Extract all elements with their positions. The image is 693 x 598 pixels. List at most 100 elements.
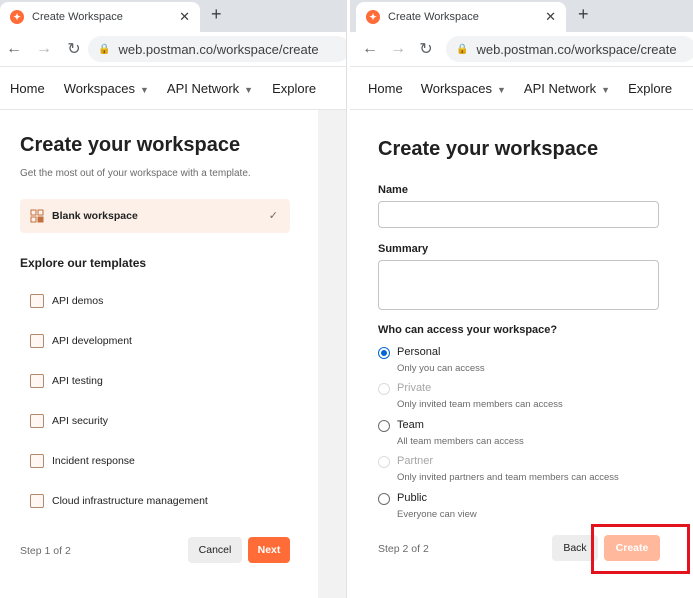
template-label: API security	[52, 415, 109, 427]
option-private-title: Private	[397, 382, 432, 394]
template-label: Cloud infrastructure management	[52, 495, 208, 507]
postman-nav: Home Workspaces ▼ API Network ▼ Explore	[350, 66, 693, 110]
new-tab-icon[interactable]: +	[578, 4, 589, 25]
step-indicator: Step 1 of 2	[20, 545, 71, 557]
radio-partner[interactable]	[378, 456, 390, 468]
back-arrow-icon[interactable]: ←	[2, 40, 26, 58]
nav-api-network-label: API Network	[166, 80, 240, 96]
chevron-down-icon: ▼	[244, 84, 254, 95]
blank-workspace-label: Blank workspace	[52, 210, 138, 222]
comparison-screenshot: ✦ Create Workspace ✕ + ← → ↻ 🔒 web.postm…	[0, 0, 693, 598]
template-api-testing[interactable]: API testing	[30, 374, 103, 388]
nav-home[interactable]: Home	[10, 81, 45, 96]
option-personal-title: Personal	[397, 346, 441, 358]
nav-api-network[interactable]: API Network ▼	[524, 81, 610, 96]
api-demos-icon	[30, 294, 44, 308]
api-security-icon	[30, 414, 44, 428]
nav-workspaces-label: Workspaces	[420, 80, 492, 96]
nav-home[interactable]: Home	[368, 81, 403, 96]
url-bar[interactable]: 🔒 web.postman.co/workspace/create	[446, 36, 693, 62]
page-title: Create your workspace	[20, 134, 241, 156]
browser-tab[interactable]: ✦ Create Workspace ✕	[0, 2, 200, 32]
summary-field[interactable]	[378, 260, 659, 310]
nav-workspaces-label: Workspaces	[63, 80, 135, 96]
tab-strip: ✦ Create Workspace ✕ +	[350, 0, 693, 32]
nav-workspaces[interactable]: Workspaces ▼	[64, 81, 149, 96]
url-text: web.postman.co/workspace/create	[118, 41, 319, 57]
postman-nav: Home Workspaces ▼ API Network ▼ Explore	[0, 66, 346, 110]
postman-logo-icon: ✦	[10, 10, 24, 24]
template-api-security[interactable]: API security	[30, 414, 108, 428]
template-cloud-infrastructure[interactable]: Cloud infrastructure management	[30, 494, 208, 508]
close-icon[interactable]: ✕	[179, 9, 190, 25]
templates-heading: Explore our templates	[20, 256, 147, 270]
workspace-form: Create your workspace Name Summary Who c…	[350, 110, 693, 598]
option-partner-desc: Only invited partners and team members c…	[397, 472, 619, 483]
template-picker: Create your workspace Get the most out o…	[0, 110, 318, 598]
reload-icon[interactable]: ↻	[414, 39, 438, 59]
option-public-title: Public	[397, 492, 427, 504]
right-panel-step-2: ✦ Create Workspace ✕ + ← → ↻ 🔒 web.postm…	[350, 0, 693, 598]
template-api-development[interactable]: API development	[30, 334, 132, 348]
template-label: API testing	[52, 375, 103, 387]
forward-arrow-icon[interactable]: →	[386, 40, 410, 58]
cloud-infrastructure-icon	[30, 494, 44, 508]
radio-public[interactable]	[378, 493, 390, 505]
chevron-down-icon: ▼	[496, 84, 506, 95]
template-label: Incident response	[52, 455, 135, 467]
highlight-box	[591, 524, 690, 574]
address-bar-row: ← → ↻ 🔒 web.postman.co/workspace/create	[0, 32, 346, 66]
incident-response-icon	[30, 454, 44, 468]
page-subtitle: Get the most out of your workspace with …	[20, 168, 251, 179]
url-bar[interactable]: 🔒 web.postman.co/workspace/create	[88, 36, 346, 62]
radio-personal[interactable]	[378, 347, 390, 359]
reload-icon[interactable]: ↻	[62, 39, 86, 59]
next-button[interactable]: Next	[248, 537, 290, 563]
radio-private[interactable]	[378, 383, 390, 395]
close-icon[interactable]: ✕	[545, 9, 556, 25]
template-label: API demos	[52, 295, 104, 307]
left-panel-step-1: ✦ Create Workspace ✕ + ← → ↻ 🔒 web.postm…	[0, 0, 346, 598]
check-icon: ✓	[268, 210, 278, 222]
postman-logo-icon: ✦	[366, 10, 380, 24]
template-api-demos[interactable]: API demos	[30, 294, 103, 308]
template-incident-response[interactable]: Incident response	[30, 454, 135, 468]
option-team-desc: All team members can access	[397, 436, 524, 447]
radio-team[interactable]	[378, 420, 390, 432]
page-title: Create your workspace	[378, 138, 599, 160]
api-testing-icon	[30, 374, 44, 388]
browser-tab[interactable]: ✦ Create Workspace ✕	[356, 2, 566, 32]
name-field[interactable]	[378, 201, 659, 228]
nav-explore[interactable]: Explore	[628, 81, 672, 96]
blank-workspace-option[interactable]: Blank workspace ✓	[20, 199, 290, 233]
lock-icon: 🔒	[98, 43, 111, 55]
option-team-title: Team	[397, 419, 424, 431]
chevron-down-icon: ▼	[601, 84, 611, 95]
option-private-desc: Only invited team members can access	[397, 399, 563, 410]
chevron-down-icon: ▼	[139, 84, 149, 95]
nav-workspaces[interactable]: Workspaces ▼	[421, 81, 506, 96]
name-label: Name	[378, 184, 408, 196]
lock-icon: 🔒	[456, 43, 469, 55]
summary-label: Summary	[378, 243, 429, 255]
url-text: web.postman.co/workspace/create	[476, 41, 677, 57]
address-bar-row: ← → ↻ 🔒 web.postman.co/workspace/create	[350, 32, 693, 66]
nav-api-network[interactable]: API Network ▼	[167, 81, 253, 96]
grid-icon	[30, 209, 44, 223]
api-development-icon	[30, 334, 44, 348]
tab-title: Create Workspace	[388, 11, 479, 23]
template-label: API development	[52, 335, 132, 347]
forward-arrow-icon[interactable]: →	[32, 40, 56, 58]
option-public-desc: Everyone can view	[397, 509, 477, 520]
tab-title: Create Workspace	[32, 11, 123, 23]
cancel-button[interactable]: Cancel	[188, 537, 242, 563]
tab-strip: ✦ Create Workspace ✕ +	[0, 0, 346, 32]
step-indicator: Step 2 of 2	[378, 543, 429, 555]
option-personal-desc: Only you can access	[397, 363, 485, 374]
access-heading: Who can access your workspace?	[378, 324, 558, 336]
nav-api-network-label: API Network	[523, 80, 597, 96]
new-tab-icon[interactable]: +	[211, 4, 222, 25]
option-partner-title: Partner	[397, 455, 434, 467]
back-arrow-icon[interactable]: ←	[358, 40, 382, 58]
nav-explore[interactable]: Explore	[272, 81, 316, 96]
